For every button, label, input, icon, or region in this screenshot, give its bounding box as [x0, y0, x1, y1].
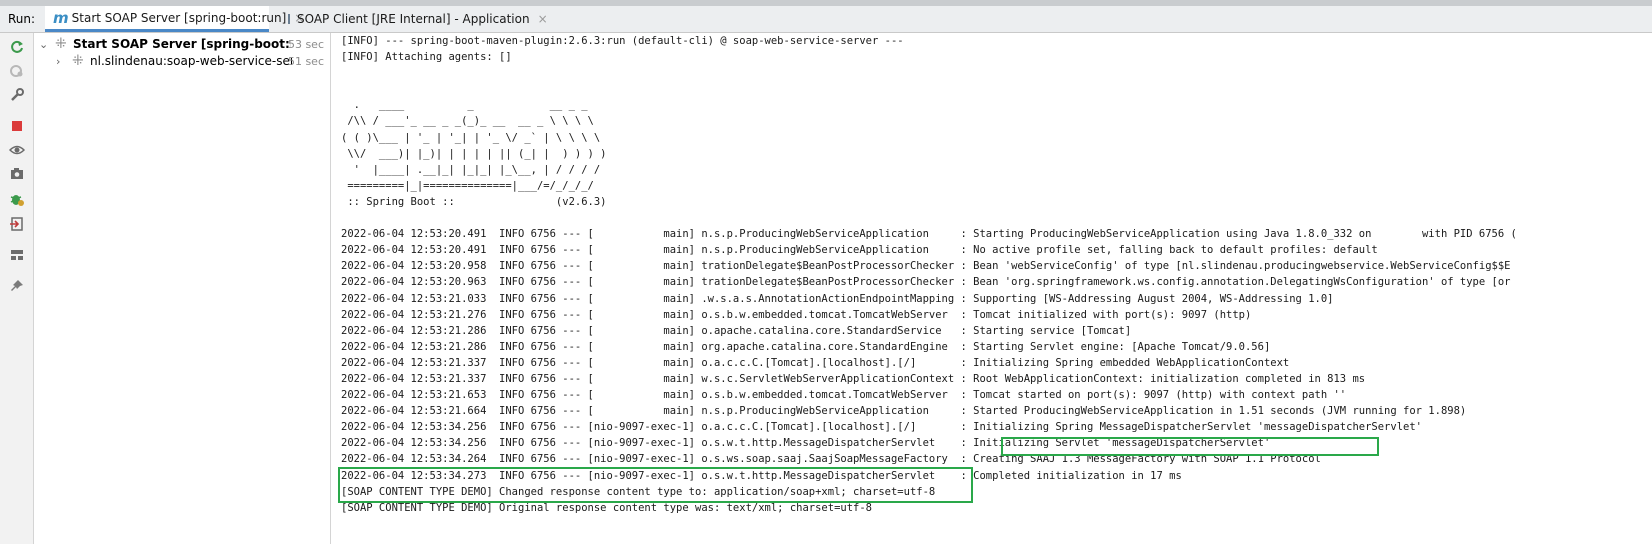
run-toolbar: [0, 33, 34, 544]
console-line: 2022-06-04 12:53:21.653 INFO 6756 --- [ …: [341, 389, 1347, 402]
console-line: \\/ ___)| |_)| | | | | || (_| | ) ) ) ): [341, 147, 607, 160]
tree-item-label: nl.slindenau:soap-web-service-server:jar…: [90, 54, 292, 68]
console-line: 2022-06-04 12:53:20.963 INFO 6756 --- [ …: [341, 276, 1511, 289]
console-line: 2022-06-04 12:53:34.264 INFO 6756 --- [n…: [341, 453, 1321, 466]
tab-soap-client[interactable]: SOAP Client [JRE Internal] - Application…: [284, 6, 548, 32]
application-window-icon: [288, 14, 290, 24]
maven-icon: m: [53, 8, 69, 27]
stop-icon[interactable]: [8, 117, 26, 135]
console-line: 2022-06-04 12:53:20.491 INFO 6756 --- [ …: [341, 228, 1517, 241]
console-line: 2022-06-04 12:53:34.256 INFO 6756 --- [n…: [341, 437, 1271, 450]
console-line: 2022-06-04 12:53:20.958 INFO 6756 --- [ …: [341, 260, 1511, 273]
console-line: ( ( )\___ | '_ | '_| | '_ \/ _` | \ \ \ …: [341, 131, 601, 144]
loading-spinner-icon: ⁜: [72, 53, 84, 69]
close-icon[interactable]: ×: [538, 12, 548, 26]
run-label: Run:: [8, 12, 36, 26]
chevron-down-icon[interactable]: ⌄: [39, 38, 48, 51]
layout-icon[interactable]: [8, 246, 26, 264]
settings-wrench-icon[interactable]: [8, 86, 26, 104]
tree-item-time: 51 sec: [287, 54, 324, 68]
camera-icon[interactable]: [8, 165, 26, 183]
chevron-right-icon[interactable]: ›: [56, 55, 60, 68]
console-output[interactable]: [INFO] --- spring-boot-maven-plugin:2.6.…: [332, 33, 1652, 544]
console-line: . ____ _ __ _ _: [341, 99, 588, 112]
console-line: 2022-06-04 12:53:21.033 INFO 6756 --- [ …: [341, 292, 1334, 305]
console-line: :: Spring Boot :: (v2.6.3): [341, 195, 607, 208]
console-line: /\\ / ___'_ __ _ _(_)_ __ __ _ \ \ \ \: [341, 115, 594, 128]
show-eye-icon[interactable]: [8, 141, 26, 159]
console-line: 2022-06-04 12:53:21.664 INFO 6756 --- [ …: [341, 405, 1467, 418]
console-line: =========|_|==============|___/=/_/_/_/: [341, 179, 594, 192]
tree-item-start-soap-server[interactable]: ⌄ ⁜ Start SOAP Server [spring-boot:run]:…: [34, 35, 330, 53]
run-tab-bar: Run: m Start SOAP Server [spring-boot:ru…: [0, 6, 1652, 33]
highlight-box-saaj: [1001, 437, 1379, 456]
console-text: [INFO] --- spring-boot-maven-plugin:2.6.…: [332, 33, 1652, 516]
exit-icon[interactable]: [8, 215, 26, 233]
tab-label: Start SOAP Server [spring-boot:run]: [71, 10, 287, 25]
highlight-box-soap-demo: [338, 467, 973, 503]
console-line: [INFO] --- spring-boot-maven-plugin:2.6.…: [341, 35, 904, 47]
console-line: 2022-06-04 12:53:21.286 INFO 6756 --- [ …: [341, 324, 1132, 337]
pin-icon[interactable]: [8, 277, 26, 295]
rerun-icon[interactable]: [8, 38, 26, 56]
console-line: 2022-06-04 12:53:21.286 INFO 6756 --- [ …: [341, 340, 1271, 353]
tab-label: SOAP Client [JRE Internal] - Application: [297, 12, 530, 26]
console-line: 2022-06-04 12:53:21.276 INFO 6756 --- [ …: [341, 308, 1252, 321]
console-line: 2022-06-04 12:53:21.337 INFO 6756 --- [ …: [341, 356, 1290, 369]
tab-start-soap-server[interactable]: m Start SOAP Server [spring-boot:run] ×: [45, 6, 304, 32]
tree-item-soap-web-service-server-jar[interactable]: › ⁜ nl.slindenau:soap-web-service-server…: [34, 52, 330, 70]
run-tree-panel: ⌄ ⁜ Start SOAP Server [spring-boot:run]:…: [34, 33, 331, 544]
debug-icon[interactable]: [8, 190, 26, 208]
console-line: [INFO] Attaching agents: []: [341, 51, 512, 64]
console-line: 2022-06-04 12:53:34.256 INFO 6756 --- [n…: [341, 421, 1422, 434]
tree-item-label: Start SOAP Server [spring-boot:run]:: [73, 37, 291, 51]
loading-spinner-icon: ⁜: [55, 36, 67, 52]
console-line: 2022-06-04 12:53:21.337 INFO 6756 --- [ …: [341, 372, 1366, 385]
tree-item-time: 53 sec: [287, 37, 324, 51]
console-line: ' |____| .__|_| |_|_| |_\__, | / / / /: [341, 163, 601, 176]
rerun-failed-icon: [8, 62, 26, 80]
console-line: 2022-06-04 12:53:20.491 INFO 6756 --- [ …: [341, 244, 1378, 257]
